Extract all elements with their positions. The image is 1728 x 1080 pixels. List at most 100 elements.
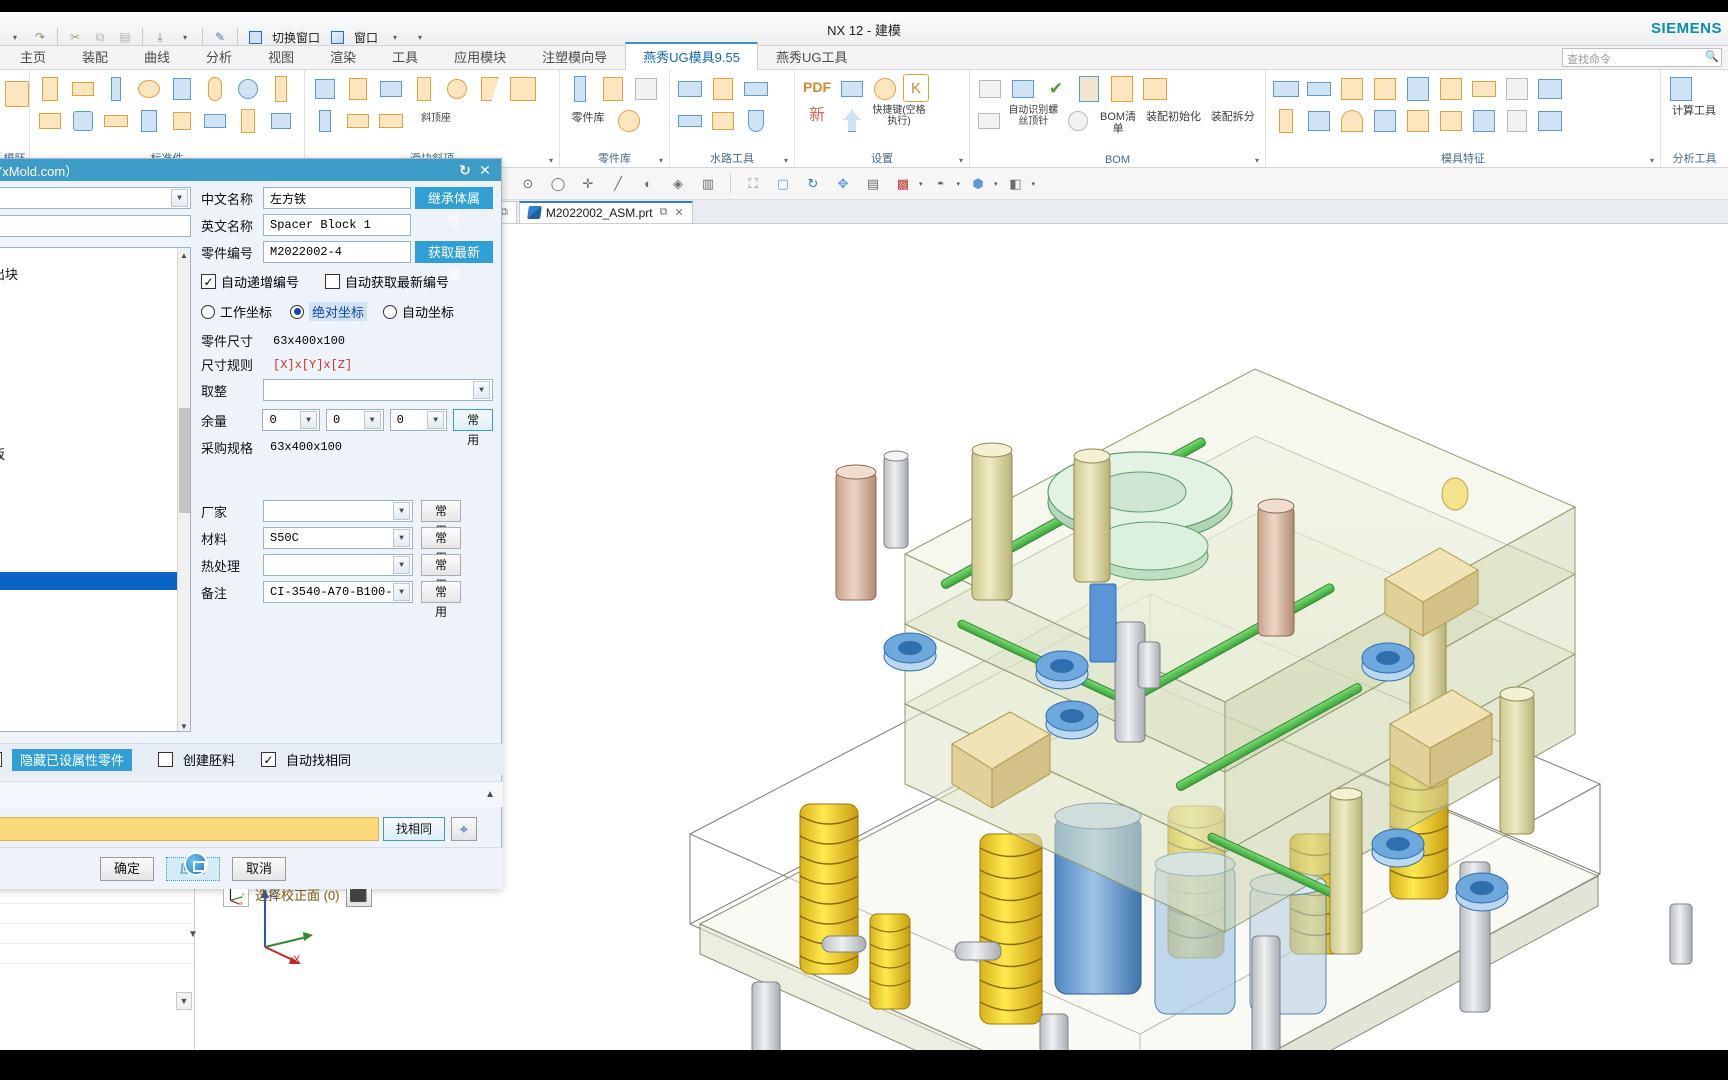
chevron-down-icon[interactable]: ▼ [393,583,410,601]
mf-icon-16[interactable] [1469,106,1499,136]
file-tab-asm[interactable]: M2022002_ASM.prt ⧉ ✕ [518,200,693,223]
group-bom-expand-icon[interactable]: ▾ [1255,156,1259,165]
list-item[interactable]: 黄弹簧 [0,284,190,302]
calc-icon[interactable] [1666,74,1696,104]
material-select[interactable]: S50C ▼ [263,527,413,549]
group-settings-expand-icon[interactable]: ▾ [959,156,963,165]
list-item[interactable]: 氮气弹簧 [0,338,190,356]
remark-select[interactable]: CI-3540-A70-B100-C100 ▼ [263,581,413,603]
slash-icon[interactable]: ╱ [606,172,630,196]
mf-icon-18[interactable] [1535,106,1565,136]
margin-z-select[interactable]: 0 ▼ [389,409,448,431]
chevron-down-icon[interactable]: ▼ [393,529,410,547]
ok-button[interactable]: 确定 [100,856,154,881]
section-dropdown-icon[interactable]: ▾ [1032,180,1036,188]
sl-icon-3[interactable] [376,74,406,104]
new-icon[interactable]: 新 [800,106,834,125]
vendor-select[interactable]: ▼ [263,500,413,522]
ribbon-tab-application[interactable]: 应用模块 [436,43,524,70]
chevron-down-icon[interactable]: ▼ [393,556,410,574]
plus-icon[interactable]: ✛ [576,172,600,196]
round-select[interactable]: ▼ [263,379,493,401]
zoom-window-icon[interactable]: ▢ [771,172,795,196]
fit-view-icon[interactable]: ⛶ [741,172,765,196]
edit-icon[interactable] [975,106,1003,136]
render-style-dropdown-icon[interactable]: ▾ [919,180,923,188]
sp-icon-3[interactable] [101,74,131,104]
cn-name-input[interactable]: 左方铁 [263,187,411,209]
mf-icon-14[interactable] [1403,106,1433,136]
shade-dropdown-icon[interactable]: ▾ [957,180,961,188]
pdf-icon[interactable]: PDF [800,74,834,95]
search-icon[interactable]: 🔍 [1705,50,1719,63]
ribbon-tab-strip[interactable]: 主页 装配 曲线 分析 视图 渲染 工具 应用模块 注塑模向导 燕秀UG模具9.… [0,42,1728,70]
select-object-section-header[interactable]: 选择对象 ▲ [0,781,503,807]
mf-icon-11[interactable] [1304,106,1334,136]
mf-icon-17[interactable] [1502,106,1532,136]
sp-icon-14[interactable] [200,106,230,136]
calc-tool-label[interactable]: 计算工具 [1666,105,1722,118]
mf-icon-15[interactable] [1436,106,1466,136]
chevron-down-icon[interactable]: ▼ [427,411,445,429]
moldbase-icon[interactable] [5,74,29,114]
margin-x-select[interactable]: 0 ▼ [262,409,321,431]
bom-list-icon[interactable] [1074,74,1104,104]
flower-icon[interactable] [870,74,900,104]
mf-icon-3[interactable] [1337,74,1367,104]
sl-icon-9[interactable] [376,106,406,136]
pl-icon-2[interactable] [598,74,628,104]
close-icon[interactable]: ✕ [674,206,683,219]
check-icon[interactable]: ✔ [1041,74,1071,104]
list-item[interactable]: 蓝弹簧 [0,302,190,320]
sl-icon-7[interactable] [310,106,340,136]
sp-icon-13[interactable] [167,106,197,136]
assembly-split-icon[interactable] [1140,74,1170,104]
list-item[interactable]: 红弹簧 [0,320,190,338]
list-item[interactable]: 右方铁 [0,554,190,572]
cancel-button[interactable]: 取消 [232,856,286,881]
part-no-input[interactable]: M2022002-4 [263,241,411,263]
pl-icon-4[interactable] [614,106,644,136]
mesh-icon[interactable]: ◈ [666,172,690,196]
mf-icon-5[interactable] [1403,74,1433,104]
list-item[interactable]: 弹簧垫圈 [0,356,190,374]
ribbon-tab-yxmold[interactable]: 燕秀UG模具9.55 [625,42,758,70]
heat-treat-select[interactable]: ▼ [263,554,413,576]
sp-icon-8[interactable] [266,74,296,104]
list-item[interactable]: 方铁 [0,536,190,554]
create-blank-checkbox[interactable] [158,752,173,767]
ribbon-tab-view[interactable]: 视图 [250,43,312,70]
list-icon[interactable] [1064,106,1092,136]
sp-icon-7[interactable] [233,74,263,104]
sp-icon-2[interactable] [68,74,98,104]
list-scrollbar[interactable]: ▲ ▼ [177,248,190,731]
auto-detect-screw-label[interactable]: 自动识别螺丝顶针 [1006,105,1060,127]
rotate-icon[interactable]: ↻ [801,172,825,196]
hide-set-parts-checkbox[interactable]: ✓ [0,752,2,767]
list-item[interactable]: 水口板 [0,392,190,410]
sp-icon-15[interactable] [233,106,263,136]
filter-input[interactable] [0,215,191,237]
sp-icon-11[interactable] [101,106,131,136]
mf-icon-6[interactable] [1436,74,1466,104]
mf-icon-13[interactable] [1370,106,1400,136]
sl-icon-5[interactable] [475,74,505,104]
shortcut-space-label[interactable]: 快捷键(空格执行) [870,105,928,127]
refresh-icon[interactable]: ↻ [455,161,475,179]
assembly-split-label[interactable]: 装配拆分 [1206,106,1260,124]
cart-icon[interactable] [837,74,867,104]
en-name-input[interactable]: Spacer Block 1 [263,214,411,236]
shade-icon[interactable]: ◓ [929,172,953,196]
auto-find-same-checkbox[interactable]: ✓ [261,752,277,767]
wt-icon-3[interactable] [741,74,771,104]
solid-attribute-dialog[interactable]: 实体属性 （燕秀 YxMold.com） ↻ ✕ Att.xls ▼ 直顶 直顶… [0,158,503,940]
mf-icon-12[interactable] [1337,106,1367,136]
render-style-icon[interactable]: ▩ [891,172,915,196]
chevron-up-icon[interactable]: ▲ [485,789,495,800]
margin-common-button[interactable]: 常用 [453,409,493,447]
ribbon-tab-curve[interactable]: 曲线 [126,43,188,70]
sp-icon-16[interactable] [266,106,296,136]
sl-icon-2[interactable] [343,74,373,104]
mf-icon-9[interactable] [1535,74,1565,104]
sheet-icon[interactable]: ▥ [696,172,720,196]
